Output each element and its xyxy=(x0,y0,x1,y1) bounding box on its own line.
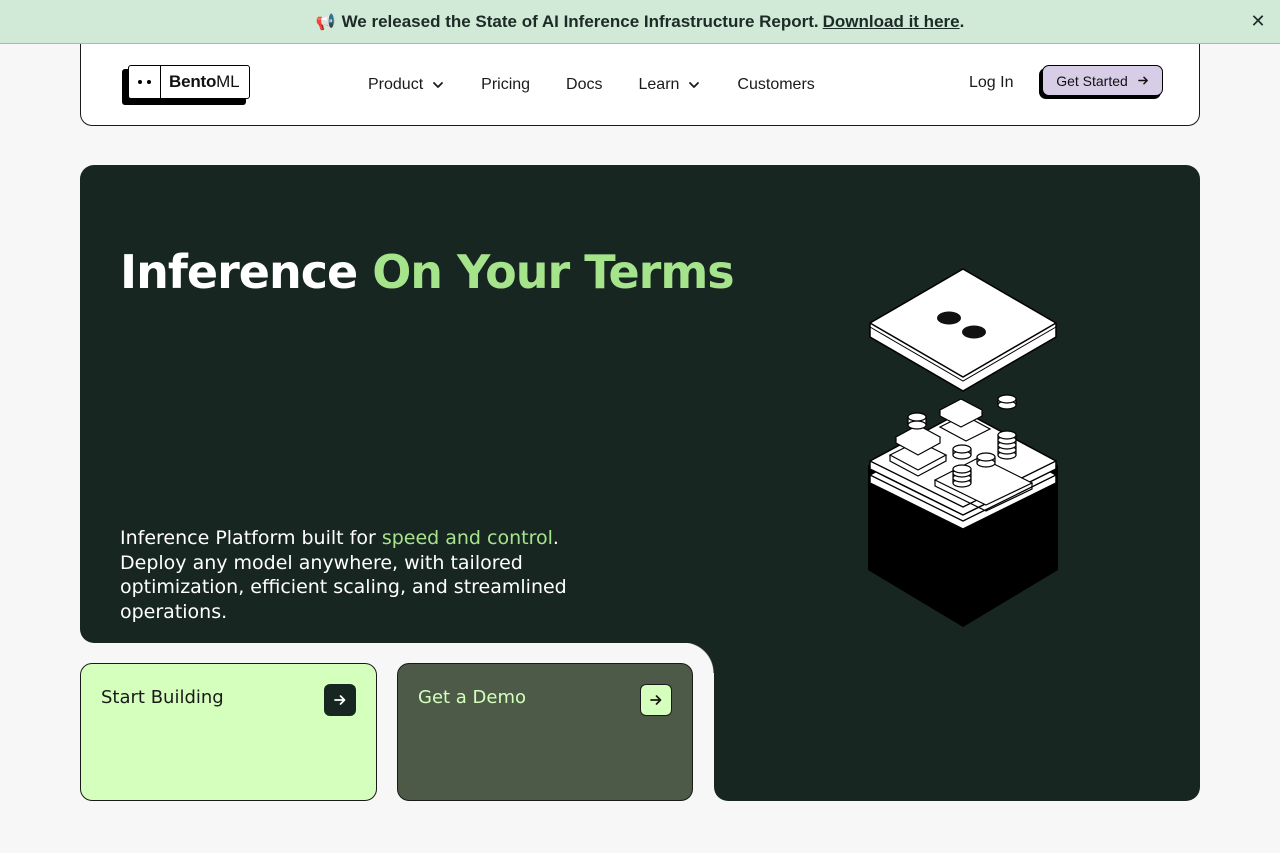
nav-item-product[interactable]: Product xyxy=(368,76,445,94)
arrow-right-icon xyxy=(640,684,672,716)
nav-item-pricing[interactable]: Pricing xyxy=(481,76,530,94)
bento-box-illustration xyxy=(868,268,1058,627)
start-building-card[interactable]: Start Building xyxy=(80,663,377,801)
nav-item-label: Pricing xyxy=(481,76,531,93)
nav-item-docs[interactable]: Docs xyxy=(566,76,602,94)
get-started-button[interactable]: Get Started xyxy=(1039,65,1163,99)
chevron-down-icon xyxy=(689,82,700,88)
arrow-right-icon xyxy=(1137,76,1148,85)
logo-face: BentoML xyxy=(128,65,250,99)
logo-wordmark: BentoML xyxy=(169,72,240,91)
announcement-banner: 📢 We released the State of AI Inference … xyxy=(0,0,1280,44)
nav-item-label: Customers xyxy=(737,76,815,93)
megaphone-icon: 📢 xyxy=(315,13,336,31)
nav-item-customers[interactable]: Customers xyxy=(737,76,814,94)
hero-description: Inference Platform built for speed and c… xyxy=(120,527,567,623)
chevron-down-icon xyxy=(433,82,444,88)
hero-title: Inference On Your Terms xyxy=(120,245,735,299)
nav-item-learn[interactable]: Learn xyxy=(639,76,702,94)
get-started-label: Get Started xyxy=(1056,72,1128,89)
banner-suffix: . xyxy=(959,11,965,31)
banner-text: We released the State of AI Inference In… xyxy=(341,11,819,31)
arrow-right-icon xyxy=(324,684,356,716)
nav-item-label: Product xyxy=(368,76,424,93)
bentoml-logo[interactable]: BentoML xyxy=(122,65,250,105)
nav-links: Product Pricing Docs Learn Customers xyxy=(368,44,851,126)
close-icon[interactable]: ✕ xyxy=(1248,11,1268,31)
logo-eyes-icon xyxy=(129,66,161,98)
start-building-label: Start Building xyxy=(101,687,224,708)
get-demo-label: Get a Demo xyxy=(418,687,527,708)
hero-title-accent: On Your Terms xyxy=(372,245,734,299)
nav-item-label: Docs xyxy=(566,76,603,93)
banner-download-link[interactable]: Download it here xyxy=(823,12,960,32)
hero-description-accent: speed and control xyxy=(381,527,553,549)
get-demo-card[interactable]: Get a Demo xyxy=(397,663,693,801)
top-navigation: BentoML Product Pricing Docs Learn Custo… xyxy=(80,44,1200,126)
nav-item-label: Learn xyxy=(638,76,680,93)
get-started-face: Get Started xyxy=(1042,65,1163,96)
login-link[interactable]: Log In xyxy=(969,74,1013,92)
